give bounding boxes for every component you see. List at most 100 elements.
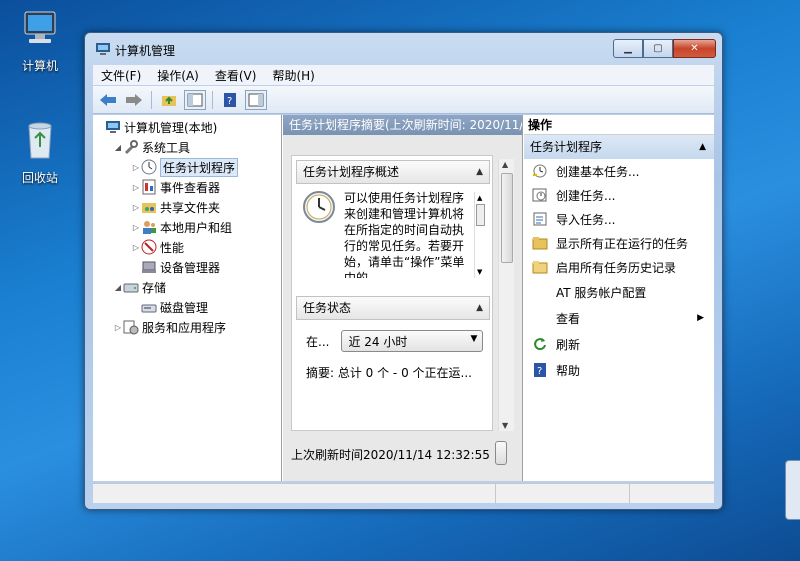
- collapse-icon[interactable]: ▲: [699, 135, 706, 159]
- collapse-arrow-icon[interactable]: ◢: [113, 283, 123, 292]
- menu-file[interactable]: 文件(F): [93, 67, 149, 84]
- tree-item[interactable]: 设备管理器: [93, 257, 281, 277]
- tree-item[interactable]: ▷ 任务计划程序: [93, 157, 281, 177]
- results-pane: 任务计划程序摘要(上次刷新时间: 2020/11/ 任务计划程序概述 ▲ 可以使…: [283, 115, 523, 481]
- overview-section-header[interactable]: 任务计划程序概述 ▲: [296, 160, 490, 184]
- computer-management-icon: [106, 121, 120, 133]
- tree-item[interactable]: ▷ 服务和应用程序: [93, 317, 281, 337]
- svg-text:?: ?: [227, 96, 232, 107]
- maximize-icon: ▢: [653, 43, 663, 54]
- back-button[interactable]: [97, 90, 119, 110]
- action-item[interactable]: 启用所有任务历史记录: [524, 255, 714, 279]
- tree-item[interactable]: ▷ 共享文件夹: [93, 197, 281, 217]
- show-hide-console-tree-button[interactable]: [184, 89, 206, 110]
- desktop-recycle-bin-shortcut[interactable]: 回收站: [8, 120, 72, 186]
- actions-group-task-scheduler[interactable]: 任务计划程序 ▲: [524, 135, 714, 159]
- expand-arrow-icon[interactable]: ▷: [113, 323, 123, 332]
- action-item[interactable]: ? 帮助: [524, 357, 714, 383]
- tree-item-label: 本地用户和组: [160, 220, 233, 235]
- background-window-edge[interactable]: [785, 460, 800, 520]
- system-tools-icon: [124, 140, 138, 155]
- menu-action[interactable]: 操作(A): [149, 67, 207, 84]
- expand-arrow-icon[interactable]: ▷: [131, 163, 141, 172]
- summary-scroll-area: 任务计划程序概述 ▲ 可以使用任务计划程序来创建和管理计算机将在所指定的时间自动…: [291, 155, 493, 431]
- summary-scroll-thumb[interactable]: [501, 173, 513, 263]
- expand-arrow-icon[interactable]: ▷: [131, 183, 141, 192]
- action-item-label: 查看: [556, 311, 581, 326]
- expand-arrow-icon[interactable]: ▷: [131, 203, 141, 212]
- back-arrow-icon: [100, 93, 116, 106]
- action-item-label: 启用所有任务历史记录: [556, 260, 677, 275]
- menu-help[interactable]: 帮助(H): [264, 67, 322, 84]
- caption-buttons: ▁ ▢ ✕: [613, 39, 716, 58]
- collapse-icon[interactable]: ▲: [476, 297, 483, 319]
- window-title: 计算机管理: [115, 44, 176, 58]
- close-button[interactable]: ✕: [673, 39, 716, 58]
- action-item[interactable]: 查看 ▶: [524, 305, 714, 331]
- show-hide-action-pane-button[interactable]: [245, 89, 267, 110]
- minimize-icon: ▁: [624, 43, 632, 54]
- disk-management-icon: [141, 304, 157, 313]
- action-item[interactable]: 创建任务...: [524, 183, 714, 207]
- minimize-button[interactable]: ▁: [613, 39, 643, 58]
- expand-arrow-icon[interactable]: ▷: [131, 243, 141, 252]
- tree-item[interactable]: ◢ 系统工具: [93, 137, 281, 157]
- task-status-header[interactable]: 任务状态 ▲: [296, 296, 490, 320]
- task-status-section: 任务状态 ▲ 在... 近 24 小时 ▼ 摘要: 总计 0 个 - 0 个正在…: [296, 296, 490, 381]
- scroll-up-icon[interactable]: ▲: [502, 160, 508, 169]
- refresh-summary-button[interactable]: [495, 441, 507, 465]
- computer-management-window: 计算机管理 ▁ ▢ ✕ 文件(F) 操作(A) 查看(V) 帮助(H) ? 计算…: [84, 32, 723, 510]
- tree-item[interactable]: ▷ 事件查看器: [93, 177, 281, 197]
- running-tasks-icon: [532, 237, 548, 250]
- scroll-down-icon[interactable]: ▼: [502, 421, 508, 430]
- title-bar[interactable]: 计算机管理 ▁ ▢ ✕: [85, 33, 722, 65]
- maximize-button[interactable]: ▢: [643, 39, 673, 58]
- action-item[interactable]: 导入任务...: [524, 207, 714, 231]
- status-cell: [630, 484, 714, 504]
- summary-scrollbar[interactable]: ▲ ▼: [498, 159, 514, 431]
- status-period-dropdown[interactable]: 近 24 小时 ▼: [341, 330, 484, 352]
- overview-scrollbar[interactable]: ▲ ▼: [474, 192, 486, 278]
- actions-header: 操作: [524, 115, 714, 135]
- storage-icon: [123, 283, 139, 293]
- action-item-label: 创建基本任务...: [556, 164, 640, 179]
- up-level-button[interactable]: [158, 90, 180, 110]
- toolbar-separator: [151, 90, 152, 109]
- forward-arrow-icon: [126, 93, 142, 106]
- tree-item-label: 服务和应用程序: [142, 320, 227, 335]
- action-item[interactable]: 显示所有正在运行的任务: [524, 231, 714, 255]
- tree-item[interactable]: 磁盘管理: [93, 297, 281, 317]
- content-area: 计算机管理(本地) ◢ 系统工具 ▷ 任务计划程序 ▷ 事件查看器 ▷ 共享文件夹 ▷ 本地用户和组…: [93, 115, 714, 481]
- collapse-icon[interactable]: ▲: [476, 161, 483, 183]
- action-item[interactable]: 刷新: [524, 331, 714, 357]
- action-item-label: 导入任务...: [556, 212, 616, 227]
- toolbar-separator: [212, 90, 213, 109]
- recycle-bin-icon: [28, 122, 52, 159]
- status-summary: 摘要: 总计 0 个 - 0 个正在运...: [306, 366, 472, 380]
- help-toolbar-button[interactable]: ?: [219, 90, 241, 110]
- chevron-down-icon: ▼: [470, 334, 478, 344]
- status-filter-row: 在... 近 24 小时 ▼: [296, 320, 490, 352]
- expand-arrow-icon[interactable]: ▷: [131, 223, 141, 232]
- computer-management-icon: [96, 43, 110, 55]
- tree-item-label: 性能: [160, 240, 185, 255]
- forward-button[interactable]: [123, 90, 145, 110]
- last-refresh-text: 上次刷新时间2020/11/14 12:32:55: [291, 448, 490, 462]
- summary-header: 任务计划程序摘要(上次刷新时间: 2020/11/: [283, 115, 522, 135]
- tree-item[interactable]: ▷ 性能: [93, 237, 281, 257]
- overview-text: 可以使用任务计划程序来创建和管理计算机将在所指定的时间自动执行的常见任务。若要开…: [344, 191, 465, 278]
- status-cell: [496, 484, 631, 504]
- action-item[interactable]: AT 服务帐户配置: [524, 279, 714, 305]
- menu-view[interactable]: 查看(V): [207, 67, 265, 84]
- help-book-icon: ?: [224, 92, 236, 107]
- event-viewer-icon: [142, 179, 156, 195]
- action-item[interactable]: 创建基本任务...: [524, 159, 714, 183]
- tree-item-label: 共享文件夹: [160, 200, 221, 215]
- collapse-arrow-icon[interactable]: ◢: [113, 143, 123, 152]
- action-item-label: AT 服务帐户配置: [556, 285, 647, 300]
- tree-item[interactable]: ▷ 本地用户和组: [93, 217, 281, 237]
- tree-item[interactable]: 计算机管理(本地): [93, 117, 281, 137]
- tree-item[interactable]: ◢ 存储: [93, 277, 281, 297]
- overview-scroll-thumb[interactable]: [476, 204, 485, 226]
- desktop-computer-shortcut[interactable]: 计算机: [8, 8, 72, 74]
